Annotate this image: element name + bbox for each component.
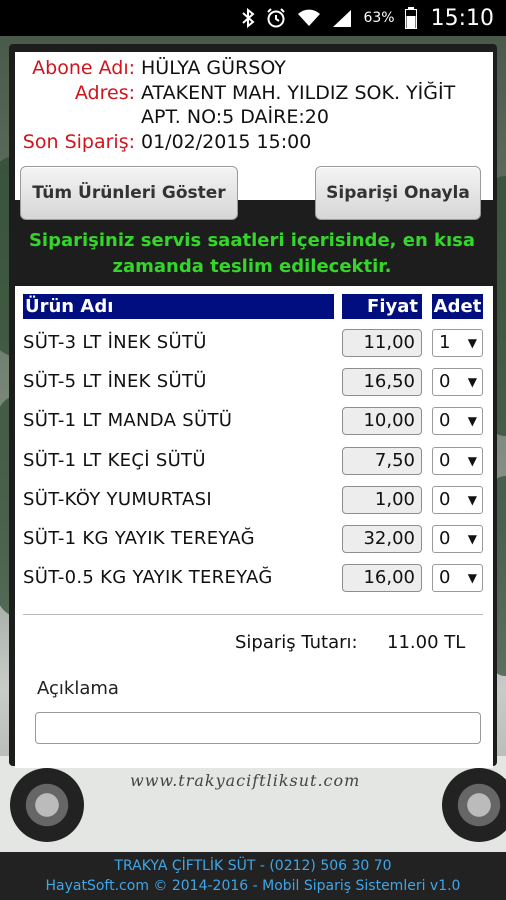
quantity-select[interactable]: 1 ▼ xyxy=(432,329,483,357)
product-name: SÜT-1 KG YAYIK TEREYAĞ xyxy=(23,528,255,549)
quantity-select[interactable]: 0 ▼ xyxy=(432,525,483,553)
footer-company: TRAKYA ÇİFTLİK SÜT - (0212) 506 30 70 xyxy=(114,858,392,874)
footer: TRAKYA ÇİFTLİK SÜT - (0212) 506 30 70 Ha… xyxy=(0,852,506,900)
product-price: 7,50 xyxy=(342,447,422,475)
quantity-select[interactable]: 0 ▼ xyxy=(432,564,483,592)
delivery-notice: Siparişiniz servis saatleri içerisinde, … xyxy=(28,230,476,277)
dropdown-arrow-icon: ▼ xyxy=(467,454,477,468)
dropdown-arrow-icon: ▼ xyxy=(467,571,477,585)
quantity-value: 0 xyxy=(439,567,451,588)
product-price: 16,00 xyxy=(342,564,422,592)
header-qty: Adet xyxy=(432,294,483,319)
clock: 15:10 xyxy=(430,5,494,31)
order-total-value: 11.00 TL xyxy=(387,632,466,653)
order-total-label: Sipariş Tutarı: xyxy=(235,632,358,653)
signal-icon xyxy=(331,7,353,29)
dropdown-arrow-icon: ▼ xyxy=(467,375,477,389)
product-price: 1,00 xyxy=(342,486,422,514)
order-dialog: Abone Adı: HÜLYA GÜRSOY Adres: ATAKENT M… xyxy=(9,44,497,768)
product-name: SÜT-1 LT KEÇİ SÜTÜ xyxy=(23,450,206,471)
product-price: 16,50 xyxy=(342,368,422,396)
divider xyxy=(23,614,483,615)
order-panel: Ürün Adı Fiyat Adet SÜT-3 LT İNEK SÜTÜ 1… xyxy=(15,286,493,768)
address-line-1: ATAKENT MAH. YILDIZ SOK. YİĞİT xyxy=(141,82,456,104)
quantity-value: 0 xyxy=(439,410,451,431)
product-price: 10,00 xyxy=(342,407,422,435)
bluetooth-icon xyxy=(241,7,256,29)
address-line-2: APT. NO:5 DAİRE:20 xyxy=(141,106,329,128)
product-name: SÜT-0.5 KG YAYIK TEREYAĞ xyxy=(23,567,273,588)
product-name: SÜT-KÖY YUMURTASI xyxy=(23,489,212,510)
product-name: SÜT-5 LT İNEK SÜTÜ xyxy=(23,371,207,392)
truck-website-text: www.trakyaciftliksut.com xyxy=(130,771,361,790)
product-price: 11,00 xyxy=(342,329,422,357)
header-product: Ürün Adı xyxy=(23,294,334,319)
quantity-value: 1 xyxy=(439,332,451,353)
quantity-select[interactable]: 0 ▼ xyxy=(432,368,483,396)
battery-percent: 63% xyxy=(363,10,395,26)
quantity-select[interactable]: 0 ▼ xyxy=(432,486,483,514)
quantity-value: 0 xyxy=(439,450,451,471)
last-order-label: Son Sipariş: xyxy=(22,131,135,153)
product-name: SÜT-3 LT İNEK SÜTÜ xyxy=(23,332,207,353)
truck-wheel-right xyxy=(442,768,506,842)
customer-name-label: Abone Adı: xyxy=(32,57,135,79)
dropdown-arrow-icon: ▼ xyxy=(467,414,477,428)
truck-wheel-left xyxy=(10,768,84,842)
header-price: Fiyat xyxy=(342,294,422,319)
dropdown-arrow-icon: ▼ xyxy=(467,532,477,546)
description-input[interactable] xyxy=(35,712,481,744)
confirm-order-button[interactable]: Siparişi Onayla xyxy=(315,166,481,220)
show-all-products-button[interactable]: Tüm Ürünleri Göster xyxy=(20,166,238,220)
wifi-icon xyxy=(297,7,321,29)
customer-name: HÜLYA GÜRSOY xyxy=(141,57,286,79)
dropdown-arrow-icon: ▼ xyxy=(467,336,477,350)
battery-icon xyxy=(404,7,417,29)
alarm-icon xyxy=(265,7,287,29)
product-price: 32,00 xyxy=(342,525,422,553)
footer-copyright: HayatSoft.com © 2014-2016 - Mobil Sipari… xyxy=(45,878,461,894)
status-bar: 63% 15:10 xyxy=(0,0,506,36)
product-name: SÜT-1 LT MANDA SÜTÜ xyxy=(23,410,233,431)
quantity-select[interactable]: 0 ▼ xyxy=(432,447,483,475)
description-label: Açıklama xyxy=(37,678,119,699)
last-order-date: 01/02/2015 15:00 xyxy=(141,131,312,153)
quantity-select[interactable]: 0 ▼ xyxy=(432,407,483,435)
dropdown-arrow-icon: ▼ xyxy=(467,493,477,507)
quantity-value: 0 xyxy=(439,371,451,392)
address-label: Adres: xyxy=(74,82,135,104)
quantity-value: 0 xyxy=(439,528,451,549)
quantity-value: 0 xyxy=(439,489,451,510)
